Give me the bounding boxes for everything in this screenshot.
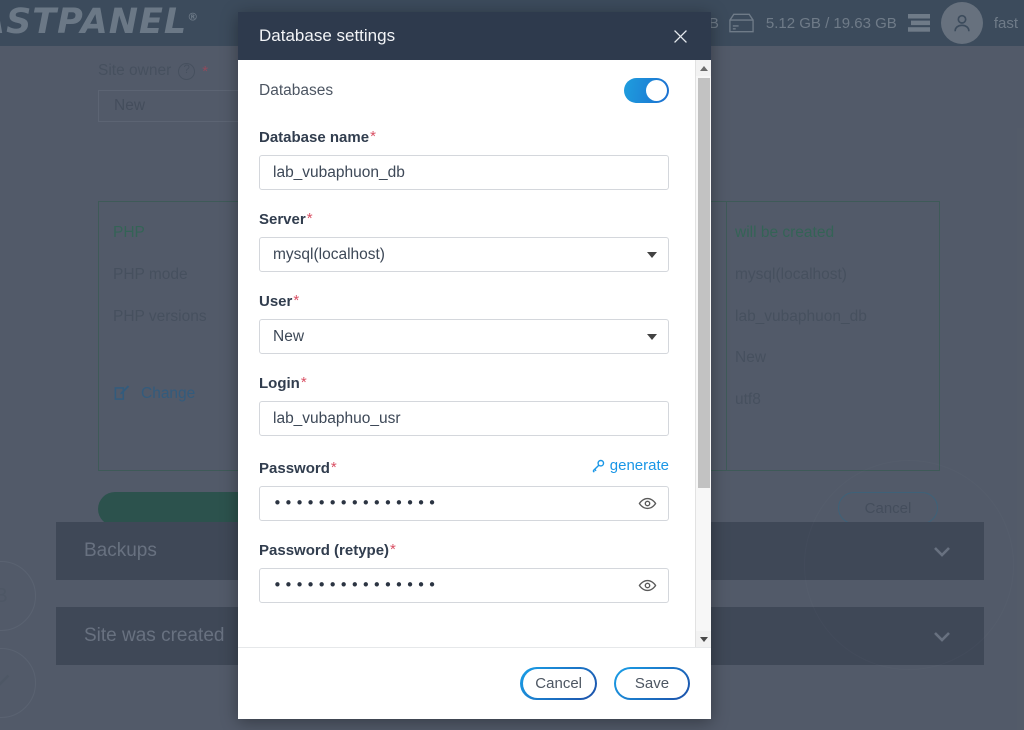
- dialog-save-button[interactable]: Save: [614, 667, 690, 700]
- required-asterisk: *: [306, 210, 313, 227]
- eye-icon: [638, 497, 657, 509]
- avatar[interactable]: [940, 2, 983, 44]
- required-asterisk: *: [300, 374, 307, 391]
- generate-password-link[interactable]: generate: [591, 457, 669, 474]
- eye-icon: [638, 579, 657, 591]
- database-name-label: Database name *: [259, 128, 669, 146]
- check-circle-icon: [0, 674, 10, 686]
- brand-logo-text: ASTPANEL: [0, 2, 188, 42]
- summary-right-4: utf8: [735, 391, 761, 408]
- required-asterisk: *: [370, 128, 376, 145]
- login-value: lab_vubaphuo_usr: [273, 409, 401, 427]
- server-value: mysql(localhost): [273, 245, 385, 263]
- server-label-text: Server: [259, 211, 306, 228]
- step-badge-1: B: [0, 561, 36, 631]
- dialog-form: Databases Database name * lab_vubaphuon_…: [238, 60, 690, 647]
- scroll-up-arrow-icon[interactable]: [696, 60, 711, 76]
- database-settings-dialog: Database settings Databases Database nam…: [238, 12, 711, 719]
- summary-right-2: lab_vubaphuon_db: [735, 308, 867, 325]
- question-mark-icon[interactable]: ?: [178, 62, 196, 80]
- dialog-scroll-area: Databases Database name * lab_vubaphuon_…: [238, 60, 711, 647]
- toggle-password-retype-visibility-button[interactable]: [638, 576, 657, 595]
- field-database-name: Database name * lab_vubaphuon_db: [259, 128, 669, 190]
- required-asterisk: *: [330, 458, 337, 476]
- databases-toggle[interactable]: [624, 78, 669, 103]
- brand-logo[interactable]: ASTPANEL®: [0, 2, 199, 42]
- server-label: Server *: [259, 210, 669, 228]
- password-value: •••••••••••••••: [273, 494, 439, 512]
- field-password: Password * generate •••••••••••••••: [259, 457, 669, 521]
- login-label-text: Login: [259, 375, 300, 392]
- summary-right-0: will be created: [735, 224, 835, 241]
- site-owner-label-text: Site owner: [98, 62, 172, 79]
- dialog-header: Database settings: [238, 12, 711, 60]
- login-input[interactable]: lab_vubaphuo_usr: [259, 401, 669, 436]
- username-label[interactable]: fast: [994, 15, 1018, 32]
- required-asterisk: *: [202, 62, 209, 80]
- background-watermark: [804, 460, 1014, 670]
- user-avatar-icon: [954, 14, 970, 32]
- chevron-down-icon: [647, 251, 657, 258]
- database-name-label-text: Database name: [259, 129, 370, 146]
- change-link[interactable]: Change: [113, 384, 195, 403]
- dialog-cancel-button[interactable]: Cancel: [520, 667, 597, 700]
- required-asterisk: *: [293, 292, 300, 309]
- toggle-knob: [646, 80, 667, 101]
- user-label: User *: [259, 292, 669, 310]
- password-retype-label-text: Password (retype): [259, 541, 390, 559]
- field-user: User * New: [259, 292, 669, 354]
- key-icon: [592, 459, 604, 473]
- database-name-input[interactable]: lab_vubaphuon_db: [259, 155, 669, 190]
- field-login: Login * lab_vubaphuo_usr: [259, 374, 669, 436]
- user-value: New: [273, 327, 305, 345]
- server-select[interactable]: mysql(localhost): [259, 237, 669, 272]
- required-asterisk: *: [390, 540, 396, 558]
- brand-registered-mark: ®: [187, 10, 200, 24]
- dialog-cancel-label: Cancel: [522, 669, 595, 698]
- summary-left-1: PHP mode: [113, 266, 188, 283]
- accordion-site-created-label: Site was created: [84, 625, 225, 646]
- step-badge-1-label: B: [0, 584, 8, 607]
- password-label: Password * generate: [259, 457, 669, 477]
- server-icon[interactable]: [907, 14, 930, 32]
- password-input[interactable]: •••••••••••••••: [259, 485, 669, 521]
- dialog-save-label: Save: [616, 669, 688, 698]
- change-link-label: Change: [141, 384, 196, 402]
- summary-right-3: New: [735, 349, 767, 366]
- disk-usage-label: 5.12 GB / 19.63 GB: [765, 14, 897, 32]
- login-label: Login *: [259, 374, 669, 392]
- close-icon: [673, 29, 687, 43]
- password-retype-input[interactable]: •••••••••••••••: [259, 567, 669, 603]
- dialog-scrollbar[interactable]: [695, 60, 711, 647]
- accordion-backups-label: Backups: [84, 540, 157, 561]
- summary-card-divider: [726, 202, 727, 470]
- dialog-title: Database settings: [259, 26, 396, 45]
- password-label-text: Password: [259, 459, 330, 477]
- step-badge-2: [0, 648, 36, 718]
- summary-left-2: PHP versions: [113, 308, 207, 325]
- user-select[interactable]: New: [259, 319, 669, 354]
- field-password-retype: Password (retype) * •••••••••••••••: [259, 540, 669, 603]
- dialog-footer: Cancel Save: [238, 647, 711, 719]
- scroll-down-arrow-icon[interactable]: [696, 631, 711, 647]
- databases-toggle-label: Databases: [259, 81, 334, 99]
- close-button[interactable]: [667, 23, 693, 49]
- summary-right-1: mysql(localhost): [735, 266, 847, 283]
- field-server: Server * mysql(localhost): [259, 210, 669, 272]
- site-owner-value: New: [114, 97, 146, 114]
- summary-left-0: PHP: [113, 224, 145, 241]
- disk-icon: [729, 13, 754, 33]
- site-owner-label: Site owner ? *: [98, 62, 208, 80]
- header-right-cluster: GB 5.12 GB / 19.63 GB: [697, 0, 1024, 46]
- password-retype-label: Password (retype) *: [259, 540, 669, 559]
- scrollbar-thumb[interactable]: [698, 78, 710, 488]
- generate-password-label: generate: [609, 457, 669, 474]
- user-label-text: User: [259, 293, 293, 310]
- toggle-password-visibility-button[interactable]: [638, 494, 657, 513]
- edit-pencil-icon: [114, 385, 130, 400]
- databases-toggle-row: Databases: [259, 78, 669, 103]
- chevron-down-icon: [647, 333, 657, 340]
- password-retype-value: •••••••••••••••: [273, 576, 439, 594]
- database-name-value: lab_vubaphuon_db: [273, 163, 405, 181]
